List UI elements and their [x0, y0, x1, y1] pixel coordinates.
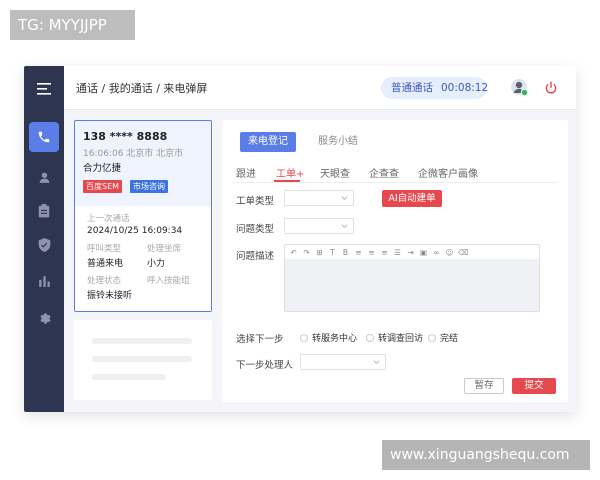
- chevron-down-icon: [373, 360, 380, 365]
- menu-icon[interactable]: [29, 74, 59, 104]
- radio-label: 转服务中心: [312, 334, 358, 344]
- radio-dot: [428, 333, 436, 342]
- watermark-top: TG: MYYJJPP: [10, 10, 135, 40]
- status-label: 处理状态: [87, 276, 122, 286]
- submit-button[interactable]: 提交: [512, 378, 556, 394]
- shield-icon: [38, 238, 50, 252]
- skeleton-line: [92, 356, 192, 362]
- call-type-field-value: 普通来电: [87, 259, 124, 269]
- call-type-field-label: 呼叫类型: [87, 244, 122, 254]
- redo-icon[interactable]: ↷: [302, 248, 311, 257]
- bold-icon[interactable]: B: [341, 248, 350, 257]
- issue-type-select[interactable]: [284, 218, 354, 234]
- sidebar-item-security[interactable]: [29, 230, 59, 260]
- bar-chart-icon: [38, 276, 50, 287]
- radio-dot: [366, 333, 374, 342]
- watermark-bottom: www.xinguangshequ.com: [382, 440, 590, 470]
- sidebar: [24, 66, 64, 412]
- align-center-icon[interactable]: ≡: [367, 248, 376, 257]
- skeleton-line: [92, 338, 192, 344]
- radio-service-center[interactable]: 转服务中心: [300, 331, 357, 344]
- ticket-type-label: 工单类型: [236, 196, 275, 207]
- active-subtab-indicator: [274, 180, 300, 182]
- radio-complete[interactable]: 完结: [428, 331, 458, 344]
- caller-phone: 138 **** 8888: [83, 130, 168, 143]
- save-draft-button[interactable]: 暂存: [464, 378, 504, 394]
- format-icon[interactable]: ⊞: [315, 248, 324, 257]
- editor-text-area[interactable]: [285, 259, 539, 311]
- align-left-icon[interactable]: ≡: [354, 248, 363, 257]
- tag-source: 百度SEM: [83, 180, 123, 193]
- subtab-tianyancha[interactable]: 天眼查: [320, 165, 350, 180]
- last-call-label: 上一次通话: [87, 214, 130, 224]
- main-panel: 来电登记 服务小结 跟进 工单+ 天眼查 企查查 企微客户画像 工单类型 AI自…: [222, 120, 568, 402]
- link-icon[interactable]: ∞: [432, 248, 441, 257]
- radio-dot: [300, 333, 308, 342]
- radio-survey-callback[interactable]: 转调查回访: [366, 331, 423, 344]
- subtab-divider: [232, 182, 558, 183]
- skill-group-label: 呼入技能组: [147, 276, 190, 286]
- issue-desc-label: 问题描述: [236, 251, 275, 262]
- status-value: 振铃未接听: [87, 291, 133, 301]
- subtab-follow-up[interactable]: 跟进: [236, 165, 256, 180]
- subtab-ticket[interactable]: 工单+: [276, 165, 304, 180]
- radio-label: 转调查回访: [378, 334, 424, 344]
- caller-company: 合力亿捷: [83, 163, 122, 174]
- tag-category: 市场咨询: [130, 180, 168, 193]
- call-type-label: 普通通话: [391, 82, 433, 94]
- text-icon[interactable]: T: [328, 248, 337, 257]
- phone-icon: [38, 131, 50, 143]
- app-window: 通话 / 我的通话 / 来电弹屏 普通通话 00:08:12 138 **** 8…: [24, 66, 576, 412]
- sidebar-item-tickets[interactable]: [29, 196, 59, 226]
- chevron-down-icon: [341, 196, 348, 201]
- next-handler-label: 下一步处理人: [236, 360, 294, 371]
- subtab-wecom-profile[interactable]: 企微客户画像: [418, 165, 478, 180]
- sidebar-item-contacts[interactable]: [29, 162, 59, 192]
- delete-icon[interactable]: ⌫: [458, 248, 469, 257]
- next-step-label: 选择下一步: [236, 334, 284, 345]
- ai-create-ticket-button[interactable]: AI自动建单: [382, 190, 442, 207]
- issue-desc-editor[interactable]: ↶ ↷ ⊞ T B ≡ ≡ ≡ ☰ ⇥ ▣ ∞ ☺ ⌫: [284, 244, 540, 312]
- ticket-type-select[interactable]: [284, 190, 354, 206]
- sidebar-item-settings[interactable]: [29, 302, 59, 332]
- subtab-qichacha[interactable]: 企查查: [369, 165, 399, 180]
- handler-label: 处理坐席: [147, 244, 182, 254]
- gear-icon: [40, 313, 51, 324]
- list-icon[interactable]: ☰: [393, 248, 402, 257]
- tab-call-register[interactable]: 来电登记: [240, 132, 296, 152]
- radio-label: 完结: [440, 334, 459, 344]
- align-right-icon[interactable]: ≡: [380, 248, 389, 257]
- call-timer: 00:08:12: [441, 82, 489, 94]
- avatar[interactable]: [510, 78, 529, 97]
- emoji-icon[interactable]: ☺: [445, 248, 454, 257]
- call-status-pill: 普通通话 00:08:12: [381, 77, 489, 99]
- editor-toolbar: ↶ ↷ ⊞ T B ≡ ≡ ≡ ☰ ⇥ ▣ ∞ ☺ ⌫: [285, 245, 539, 259]
- caller-details: 上一次通话 2024/10/25 16:09:34 呼叫类型 普通来电 处理坐席…: [75, 206, 211, 311]
- clipboard-icon: [38, 204, 50, 218]
- next-handler-select[interactable]: [300, 354, 386, 370]
- caller-card[interactable]: 138 **** 8888 16:06:06 北京市 北京市 合力亿捷 百度SE…: [74, 120, 212, 312]
- power-icon[interactable]: [544, 80, 558, 94]
- user-icon: [39, 172, 49, 183]
- handler-value: 小力: [147, 259, 166, 269]
- sidebar-item-calls[interactable]: [29, 122, 59, 152]
- header: 通话 / 我的通话 / 来电弹屏 普通通话 00:08:12: [64, 66, 576, 110]
- breadcrumb: 通话 / 我的通话 / 来电弹屏: [76, 82, 208, 95]
- issue-type-label: 问题类型: [236, 224, 275, 235]
- image-icon[interactable]: ▣: [419, 248, 428, 257]
- chevron-down-icon: [341, 224, 348, 229]
- sidebar-item-reports[interactable]: [29, 266, 59, 296]
- skeleton-line: [92, 374, 166, 380]
- caller-time-location: 16:06:06 北京市 北京市: [83, 149, 184, 159]
- tab-service-summary[interactable]: 服务小结: [318, 132, 358, 152]
- placeholder-card: [74, 320, 212, 400]
- indent-icon[interactable]: ⇥: [406, 248, 415, 257]
- last-call-value: 2024/10/25 16:09:34: [87, 226, 183, 236]
- undo-icon[interactable]: ↶: [289, 248, 298, 257]
